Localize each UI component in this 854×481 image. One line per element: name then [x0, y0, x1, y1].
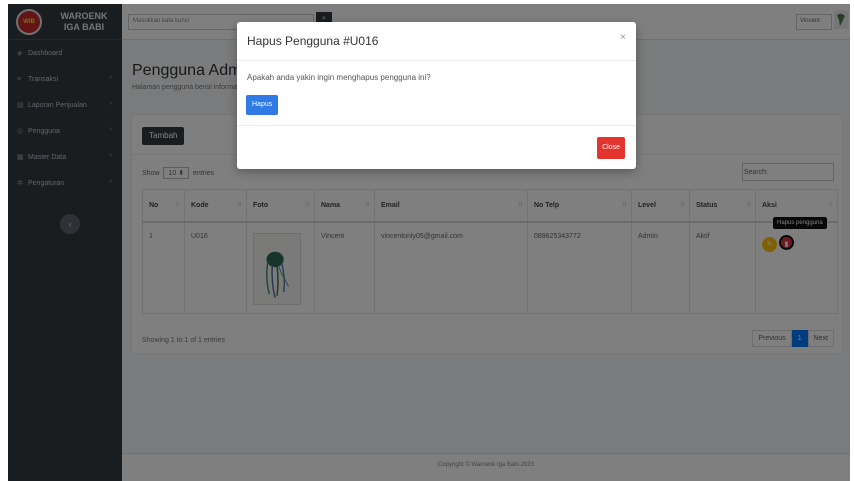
modal-message: Apakah anda yakin ingin menghapus penggu… [247, 73, 431, 82]
modal-title: Hapus Pengguna #U016 [247, 34, 379, 48]
modal-body: Apakah anda yakin ingin menghapus penggu… [237, 61, 636, 126]
delete-user-modal: Hapus Pengguna #U016 × Apakah anda yakin… [237, 22, 636, 169]
confirm-delete-button[interactable]: Hapus [246, 95, 279, 115]
modal-footer: Close [237, 126, 636, 169]
close-icon[interactable]: × [620, 32, 626, 43]
modal-header: Hapus Pengguna #U016 × [237, 22, 636, 61]
close-button[interactable]: Close [597, 137, 625, 159]
